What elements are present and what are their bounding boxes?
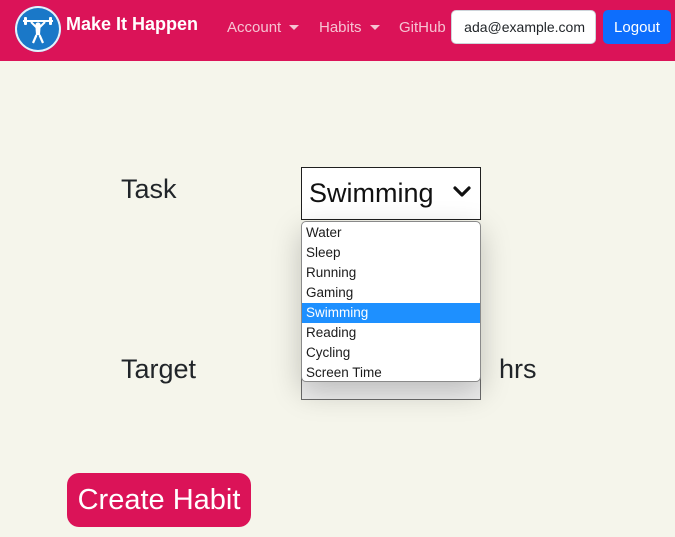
target-unit-label: hrs [499,354,537,384]
nav-github-link[interactable]: GitHub [399,19,446,36]
nav-account-dropdown[interactable]: Account [227,19,300,36]
task-dropdown-list: Water Sleep Running Gaming Swimming Read… [301,221,481,382]
email-field[interactable] [451,10,596,44]
weightlifter-icon[interactable] [15,6,61,52]
navbar: Make It Happen Account Habits GitHub Log… [0,0,675,61]
caret-down-icon [369,24,380,30]
dropdown-option-screen-time[interactable]: Screen Time [302,363,480,381]
task-selected-value: Swimming [309,178,434,208]
logout-button[interactable]: Logout [603,10,671,44]
nav-account-label: Account [227,19,282,36]
nav-habits-label: Habits [319,19,362,36]
dropdown-option-running[interactable]: Running [302,263,480,283]
caret-down-icon [289,24,300,30]
dropdown-option-swimming[interactable]: Swimming [302,303,480,323]
create-habit-button[interactable]: Create Habit [67,473,251,527]
dropdown-option-reading[interactable]: Reading [302,323,480,343]
dropdown-option-gaming[interactable]: Gaming [302,283,480,303]
dropdown-option-water[interactable]: Water [302,223,480,243]
dropdown-option-cycling[interactable]: Cycling [302,343,480,363]
brand-name[interactable]: Make It Happen [66,14,198,35]
task-label: Task [121,174,177,204]
chevron-down-icon [453,186,471,197]
dropdown-option-sleep[interactable]: Sleep [302,243,480,263]
target-label: Target [121,354,197,384]
nav-habits-dropdown[interactable]: Habits [319,19,380,36]
task-select[interactable]: Swimming [301,167,481,220]
